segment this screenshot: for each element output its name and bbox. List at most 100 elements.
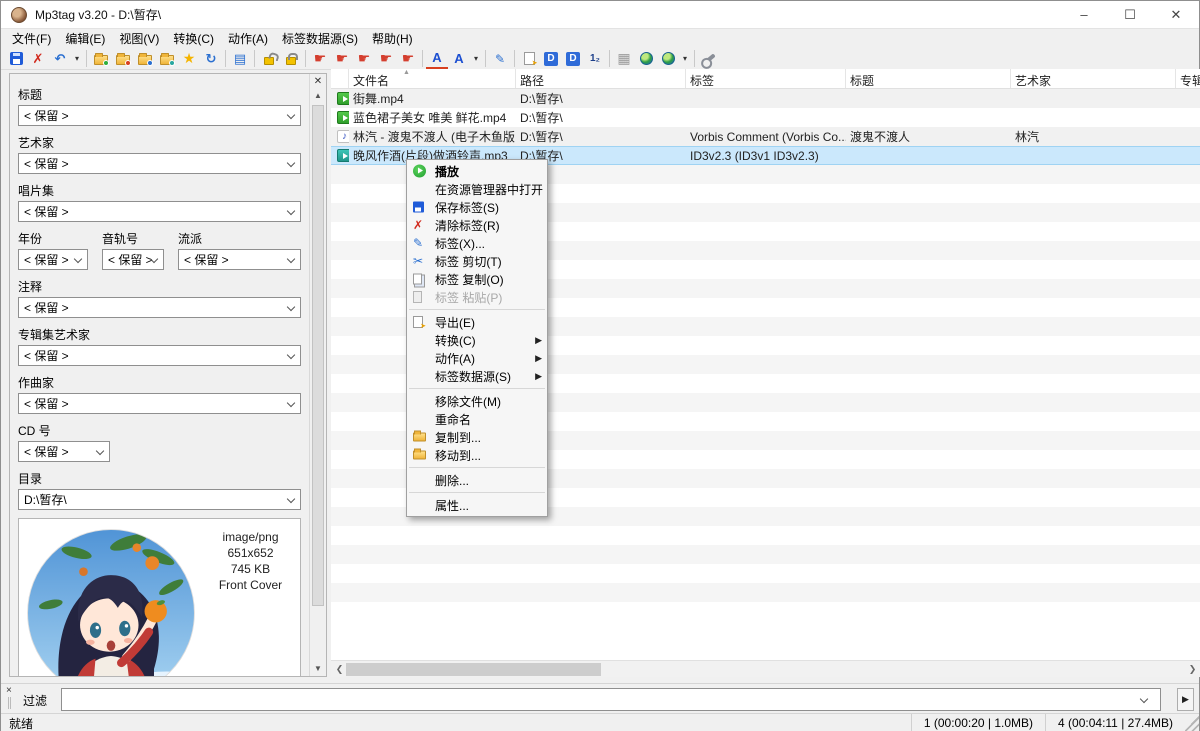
context-item-copy-tag[interactable]: 标签 复制(O) — [407, 270, 547, 288]
save-directory-icon[interactable] — [134, 49, 156, 69]
context-item-properties[interactable]: 属性... — [407, 496, 547, 514]
table-row[interactable]: ♪ 林汽 - 渡鬼不渡人 (电子木鱼版... D:\暂存\ Vorbis Com… — [331, 127, 1200, 146]
title-combo[interactable]: < 保留 > — [18, 105, 301, 126]
filter-apply-button[interactable]: ▶ — [1177, 688, 1194, 711]
column-tag[interactable]: 标签 — [686, 69, 846, 88]
context-item-play[interactable]: 播放 — [407, 162, 547, 180]
play-icon — [413, 165, 426, 178]
resize-grip[interactable] — [1185, 714, 1199, 731]
column-artist[interactable]: 艺术家 — [1011, 69, 1176, 88]
context-item-remove-file[interactable]: 移除文件(M) — [407, 392, 547, 410]
web-source-icon[interactable] — [635, 49, 657, 69]
padlock-open-icon[interactable] — [258, 49, 280, 69]
menu-view[interactable]: 视图(V) — [112, 28, 166, 49]
context-item-copy-to[interactable]: 复制到... — [407, 428, 547, 446]
filter-close-icon[interactable]: × — [6, 685, 12, 696]
context-item-edit-tag[interactable]: ✎标签(X)... — [407, 234, 547, 252]
convert-tag-filename-icon[interactable]: D — [540, 49, 562, 69]
table-row[interactable]: 街舞.mp4 D:\暂存\ — [331, 89, 1200, 108]
scrollbar-thumb[interactable] — [346, 663, 601, 676]
refresh-icon[interactable]: ↻ — [200, 49, 222, 69]
save-tag-icon[interactable] — [5, 49, 27, 69]
composer-combo[interactable]: < 保留 > — [18, 393, 301, 414]
case-dropdown-caret-icon[interactable]: ▾ — [470, 54, 482, 63]
genre-combo[interactable]: < 保留 > — [178, 249, 301, 270]
auto-numbering-icon[interactable]: 1₂ — [584, 49, 606, 69]
change-directory-icon[interactable] — [90, 49, 112, 69]
playlist-icon[interactable]: ▤ — [229, 49, 251, 69]
horizontal-scrollbar[interactable]: ❮ ❯ — [331, 660, 1200, 677]
artist-combo[interactable]: < 保留 > — [18, 153, 301, 174]
menu-actions[interactable]: 动作(A) — [221, 28, 275, 49]
quick-action-4-hand-icon[interactable]: ☛ — [375, 49, 397, 69]
column-title[interactable]: 标题 — [846, 69, 1011, 88]
scrollbar-thumb[interactable] — [312, 105, 324, 606]
context-item-export[interactable]: 导出(E) — [407, 313, 547, 331]
import-directory-icon[interactable] — [112, 49, 134, 69]
case-conversion-icon[interactable]: A — [426, 49, 448, 69]
album-artist-combo[interactable]: < 保留 > — [18, 345, 301, 366]
table-row[interactable]: 蓝色裙子美女 唯美 鲜花.mp4 D:\暂存\ — [331, 108, 1200, 127]
disc-combo[interactable]: < 保留 > — [18, 441, 110, 462]
menu-help[interactable]: 帮助(H) — [365, 28, 420, 49]
remove-tag-icon[interactable]: ✗ — [27, 49, 49, 69]
tag-panel-close-icon[interactable]: ✕ — [310, 74, 326, 88]
filter-drag-handle[interactable] — [8, 697, 11, 709]
filter-input[interactable] — [61, 688, 1161, 711]
comment-combo[interactable]: < 保留 > — [18, 297, 301, 318]
maximize-button[interactable]: ☐ — [1107, 1, 1153, 28]
web-dropdown-caret-icon[interactable]: ▾ — [679, 54, 691, 63]
context-item-tag-sources[interactable]: 标签数据源(S)▶ — [407, 367, 547, 385]
quick-action-3-hand-icon[interactable]: ☛ — [353, 49, 375, 69]
menu-convert[interactable]: 转换(C) — [166, 28, 221, 49]
directory-combo[interactable]: D:\暂存\ — [18, 489, 301, 510]
context-item-actions[interactable]: 动作(A)▶ — [407, 349, 547, 367]
undo-dropdown-caret-icon[interactable]: ▾ — [71, 54, 83, 63]
scroll-down-icon[interactable]: ▼ — [310, 661, 326, 676]
undo-icon[interactable]: ↶ — [49, 49, 71, 69]
context-item-delete[interactable]: 删除... — [407, 471, 547, 489]
context-item-convert[interactable]: 转换(C)▶ — [407, 331, 547, 349]
album-artist-label: 专辑集艺术家 — [18, 326, 301, 343]
context-item-cut-tag[interactable]: ✂标签 剪切(T) — [407, 252, 547, 270]
context-item-rename[interactable]: 重命名 — [407, 410, 547, 428]
column-album[interactable]: 专辑 — [1176, 69, 1200, 88]
track-combo[interactable]: < 保留 > — [102, 249, 164, 270]
padlock-closed-icon[interactable] — [280, 49, 302, 69]
context-item-move-to[interactable]: 移动到... — [407, 446, 547, 464]
convert-filename-tag-icon[interactable]: D — [562, 49, 584, 69]
favorite-directory-icon[interactable]: ★ — [178, 49, 200, 69]
menu-tag-sources[interactable]: 标签数据源(S) — [275, 28, 365, 49]
year-combo[interactable]: < 保留 > — [18, 249, 88, 270]
scroll-right-icon[interactable]: ❯ — [1184, 661, 1200, 677]
context-item-remove-tag[interactable]: ✗清除标签(R) — [407, 216, 547, 234]
quick-action-5-hand-icon[interactable]: ☛ — [397, 49, 419, 69]
refresh-directory-icon[interactable] — [156, 49, 178, 69]
tag-panel-scrollbar[interactable]: ✕ ▲ ▼ — [309, 74, 326, 676]
toolbar-separator — [514, 50, 515, 67]
edit-tag-icon[interactable]: ✎ — [489, 49, 511, 69]
status-ready: 就绪 — [1, 715, 911, 731]
cover-art-box[interactable]: image/png 651x652 745 KB Front Cover — [18, 518, 301, 676]
case-conversion-alt-icon[interactable]: A — [448, 49, 470, 69]
column-icon[interactable] — [331, 69, 349, 88]
context-item-open-in-explorer[interactable]: 在资源管理器中打开 — [407, 180, 547, 198]
column-path[interactable]: 路径 — [516, 69, 686, 88]
mp4-video-icon — [337, 111, 349, 124]
quick-action-2-hand-icon[interactable]: ☛ — [331, 49, 353, 69]
album-combo[interactable]: < 保留 > — [18, 201, 301, 222]
export-icon[interactable] — [518, 49, 540, 69]
menu-edit[interactable]: 编辑(E) — [58, 28, 112, 49]
minimize-button[interactable]: – — [1061, 1, 1107, 28]
title-label: 标题 — [18, 86, 301, 103]
context-item-save-tag[interactable]: 保存标签(S) — [407, 198, 547, 216]
column-filename[interactable]: 文件名 — [349, 69, 516, 88]
year-label: 年份 — [18, 230, 88, 247]
options-wrench-icon[interactable] — [698, 49, 720, 69]
cover-dimensions: 651x652 — [201, 545, 300, 561]
scroll-up-icon[interactable]: ▲ — [310, 88, 326, 103]
close-button[interactable]: ✕ — [1153, 1, 1199, 28]
web-source-alt-icon[interactable] — [657, 49, 679, 69]
quick-action-1-hand-icon[interactable]: ☛ — [309, 49, 331, 69]
menu-file[interactable]: 文件(F) — [5, 28, 58, 49]
